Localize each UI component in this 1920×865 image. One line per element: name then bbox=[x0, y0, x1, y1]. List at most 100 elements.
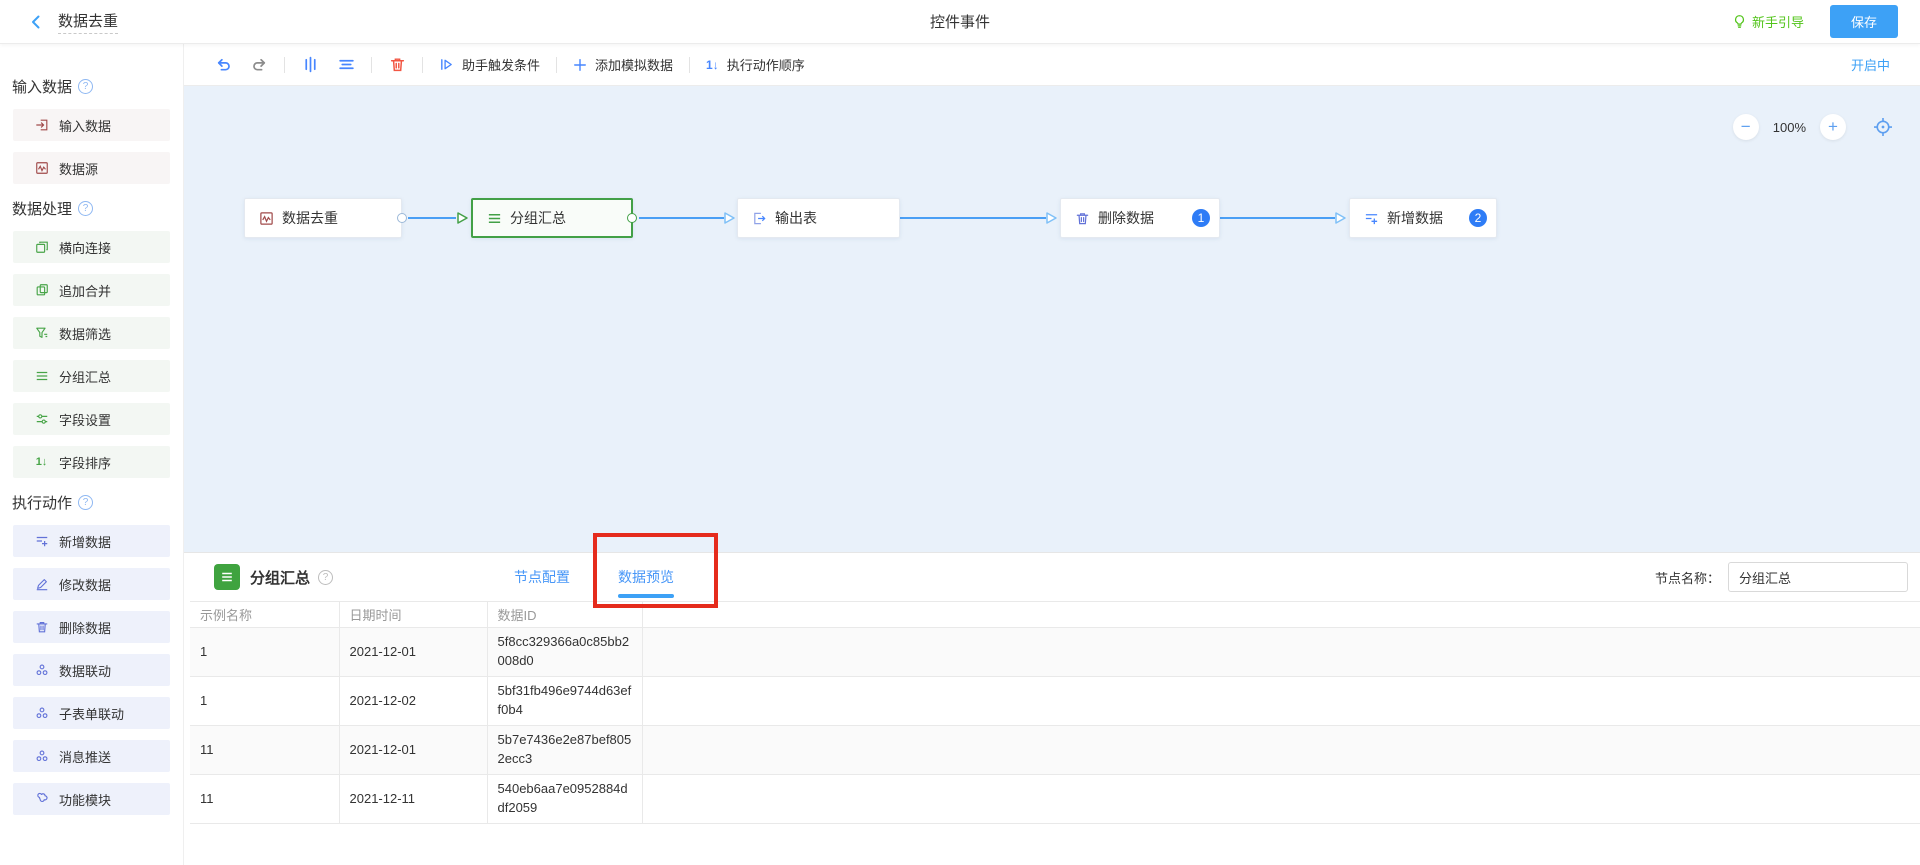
edit-icon bbox=[34, 577, 49, 592]
filter-icon bbox=[34, 326, 49, 341]
add-data-icon bbox=[34, 534, 49, 549]
edge-line bbox=[639, 217, 724, 219]
append-merge-icon bbox=[34, 283, 49, 298]
sidebar-item-horizontal-join[interactable]: 横向连接 bbox=[13, 231, 170, 263]
action-order-button[interactable]: 1↓ 执行动作顺序 bbox=[706, 55, 805, 74]
edge-arrow-icon bbox=[723, 211, 737, 225]
sidebar-item-delete-data[interactable]: 删除数据 bbox=[13, 611, 170, 643]
cell-date: 2021-12-02 bbox=[339, 677, 487, 726]
flow-node-group-summary[interactable]: 分组汇总 bbox=[471, 198, 633, 238]
cell-name: 1 bbox=[190, 628, 339, 677]
datasource-icon bbox=[258, 210, 274, 226]
zoom-level: 100% bbox=[1773, 120, 1806, 135]
section-header-data-process: 数据处理 ? bbox=[12, 198, 171, 219]
node-label: 数据去重 bbox=[282, 208, 338, 228]
sidebar-item-label: 新增数据 bbox=[59, 532, 111, 551]
cell-empty bbox=[642, 775, 1920, 824]
node-label: 删除数据 bbox=[1098, 208, 1154, 228]
column-header: 示例名称 bbox=[190, 602, 339, 628]
cell-name: 11 bbox=[190, 726, 339, 775]
help-icon[interactable]: ? bbox=[78, 79, 93, 94]
undo-button[interactable] bbox=[214, 56, 232, 74]
sidebar-item-data-filter[interactable]: 数据筛选 bbox=[13, 317, 170, 349]
align-vertical-button[interactable] bbox=[301, 56, 319, 74]
help-icon[interactable]: ? bbox=[318, 570, 333, 585]
sidebar-item-append-merge[interactable]: 追加合并 bbox=[13, 274, 170, 306]
sidebar-item-input-data[interactable]: 输入数据 bbox=[13, 109, 170, 141]
flow-node-add-data[interactable]: 新增数据 2 bbox=[1349, 198, 1497, 238]
action-order-label: 执行动作顺序 bbox=[727, 55, 805, 74]
zoom-control: − 100% + bbox=[1733, 114, 1894, 140]
sidebar-item-subform-linkage[interactable]: 子表单联动 bbox=[13, 697, 170, 729]
delete-node-button[interactable] bbox=[388, 56, 406, 74]
zoom-in-button[interactable]: + bbox=[1820, 114, 1846, 140]
help-icon[interactable]: ? bbox=[78, 495, 93, 510]
flow-node-dedupe[interactable]: 数据去重 bbox=[244, 198, 402, 238]
help-icon[interactable]: ? bbox=[78, 201, 93, 216]
cell-empty bbox=[642, 677, 1920, 726]
section-title: 执行动作 bbox=[12, 492, 72, 513]
panel-title: 分组汇总 bbox=[250, 567, 310, 588]
cell-name: 1 bbox=[190, 677, 339, 726]
tab-data-preview[interactable]: 数据预览 bbox=[618, 553, 674, 601]
sidebar-item-label: 删除数据 bbox=[59, 618, 111, 637]
datasource-icon bbox=[34, 161, 49, 176]
table-row: 11 2021-12-01 5b7e7436e2e87bef8052ecc3 bbox=[190, 726, 1920, 775]
flow-node-delete-data[interactable]: 删除数据 1 bbox=[1060, 198, 1220, 238]
sort-order-icon: 1↓ bbox=[706, 58, 719, 72]
align-horizontal-button[interactable] bbox=[337, 56, 355, 74]
module-icon bbox=[34, 792, 49, 807]
toolbar-divider bbox=[422, 57, 423, 73]
flow-canvas[interactable]: − 100% + 数据去重 分组汇总 输出表 bbox=[184, 86, 1920, 552]
save-button[interactable]: 保存 bbox=[1830, 5, 1898, 38]
table-row: 1 2021-12-02 5bf31fb496e9744d63eff0b4 bbox=[190, 677, 1920, 726]
sidebar-item-field-settings[interactable]: 字段设置 bbox=[13, 403, 170, 435]
sidebar-item-function-module[interactable]: 功能模块 bbox=[13, 783, 170, 815]
sidebar-item-add-data[interactable]: 新增数据 bbox=[13, 525, 170, 557]
zoom-out-button[interactable]: − bbox=[1733, 114, 1759, 140]
cell-id: 5bf31fb496e9744d63eff0b4 bbox=[487, 677, 642, 726]
panel-header: 分组汇总 ? 节点配置 数据预览 节点名称： bbox=[184, 553, 1920, 601]
sidebar-item-label: 功能模块 bbox=[59, 790, 111, 809]
cell-id: 5b7e7436e2e87bef8052ecc3 bbox=[487, 726, 642, 775]
node-name-field: 节点名称： bbox=[1655, 562, 1908, 592]
sidebar-item-data-linkage[interactable]: 数据联动 bbox=[13, 654, 170, 686]
tab-node-config[interactable]: 节点配置 bbox=[514, 553, 570, 601]
table-header-row: 示例名称 日期时间 数据ID bbox=[190, 602, 1920, 628]
guide-label: 新手引导 bbox=[1752, 12, 1804, 31]
output-port[interactable] bbox=[627, 213, 637, 223]
assistant-trigger-button[interactable]: 助手触发条件 bbox=[439, 55, 540, 74]
beginner-guide-button[interactable]: 新手引导 bbox=[1732, 12, 1804, 31]
output-port[interactable] bbox=[397, 213, 407, 223]
sidebar-item-group-summary[interactable]: 分组汇总 bbox=[13, 360, 170, 392]
trash-icon bbox=[1074, 210, 1090, 226]
sidebar-item-label: 分组汇总 bbox=[59, 367, 111, 386]
flow-node-output-table[interactable]: 输出表 bbox=[737, 198, 900, 238]
sidebar-item-datasource[interactable]: 数据源 bbox=[13, 152, 170, 184]
redo-button[interactable] bbox=[250, 56, 268, 74]
field-sort-icon: 1↓ bbox=[34, 455, 49, 470]
sidebar-item-message-push[interactable]: 消息推送 bbox=[13, 740, 170, 772]
add-data-icon bbox=[1363, 210, 1379, 226]
assistant-trigger-label: 助手触发条件 bbox=[462, 55, 540, 74]
sidebar-item-field-sort[interactable]: 1↓ 字段排序 bbox=[13, 446, 170, 478]
table-row: 1 2021-12-01 5f8cc329366a0c85bb2008d0 bbox=[190, 628, 1920, 677]
edge-line bbox=[900, 217, 1046, 219]
sidebar-item-modify-data[interactable]: 修改数据 bbox=[13, 568, 170, 600]
fit-view-button[interactable] bbox=[1872, 116, 1894, 138]
node-name-input[interactable] bbox=[1728, 562, 1908, 592]
group-summary-node-icon bbox=[214, 564, 240, 590]
section-header-actions: 执行动作 ? bbox=[12, 492, 171, 513]
edge-arrow-icon bbox=[1045, 211, 1059, 225]
toolbar-divider bbox=[284, 57, 285, 73]
sidebar-item-label: 字段排序 bbox=[59, 453, 111, 472]
status-enabled[interactable]: 开启中 bbox=[1851, 55, 1890, 74]
add-mock-data-button[interactable]: 添加模拟数据 bbox=[573, 55, 673, 74]
canvas-toolbar: 助手触发条件 添加模拟数据 1↓ 执行动作顺序 开启中 bbox=[184, 44, 1920, 86]
page-title: 控件事件 bbox=[0, 11, 1920, 32]
toolbar-divider bbox=[371, 57, 372, 73]
cell-date: 2021-12-01 bbox=[339, 628, 487, 677]
sidebar-item-label: 数据源 bbox=[59, 159, 98, 178]
sidebar-item-label: 子表单联动 bbox=[59, 704, 124, 723]
cell-empty bbox=[642, 628, 1920, 677]
